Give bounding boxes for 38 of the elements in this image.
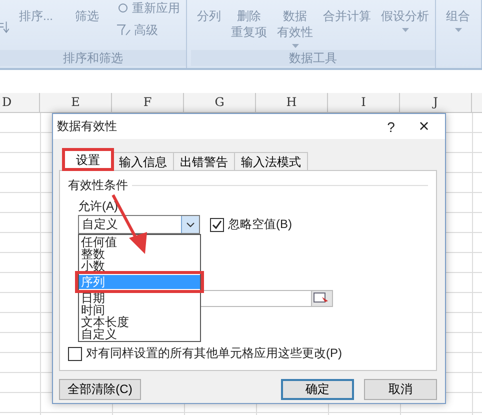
column-header[interactable]: D [0, 93, 40, 112]
list-option[interactable]: 时间 [79, 304, 200, 316]
list-option[interactable]: 整数 [79, 248, 200, 260]
caret-icon [454, 28, 462, 32]
column-header[interactable]: I [328, 93, 400, 112]
checkbox[interactable]: 对有同样设置的所有其他单元格应用这些更改(P) [68, 345, 428, 362]
checkbox[interactable]: 忽略空值(B) [210, 216, 292, 233]
sort-icon [0, 20, 9, 34]
tab[interactable]: 出错警告 [173, 152, 235, 170]
check-icon [212, 220, 222, 230]
list-option[interactable]: 文本长度 [79, 316, 200, 328]
dialog-button[interactable]: 全部清除(C) [59, 379, 141, 400]
caret-icon [292, 44, 298, 48]
dropdown[interactable]: 自定义 [78, 215, 200, 234]
list-option[interactable]: 自定义 [79, 328, 200, 340]
dialog-button[interactable]: 取消 [364, 379, 437, 400]
section-title: 有效性条件 [68, 177, 128, 194]
group-label: 排序和筛选 [0, 50, 186, 66]
list-option[interactable]: 小数 [79, 260, 200, 272]
list-option[interactable]: 任何值 [79, 236, 200, 248]
tab[interactable]: 输入法模式 [234, 152, 308, 170]
column-header[interactable]: F [112, 93, 184, 112]
field-label: 允许(A) [78, 198, 119, 215]
caret-icon [402, 28, 408, 32]
chevron-icon [186, 222, 195, 228]
window-title: 数据有效性 [57, 118, 118, 135]
close-button[interactable]: × [411, 116, 437, 137]
column-header[interactable]: G [184, 93, 256, 112]
range-picker-icon [312, 291, 330, 304]
tab[interactable]: 设置 [63, 149, 113, 170]
column-header[interactable]: H [256, 93, 328, 112]
dialog-button[interactable]: 确定 [281, 379, 354, 400]
column-header[interactable]: J [400, 93, 472, 112]
tab[interactable]: 输入信息 [112, 152, 174, 170]
column-header[interactable]: E [40, 93, 112, 112]
list-option[interactable]: 日期 [79, 292, 200, 304]
help-button[interactable]: ? [371, 118, 411, 134]
group-label: 数据工具 [191, 50, 435, 66]
